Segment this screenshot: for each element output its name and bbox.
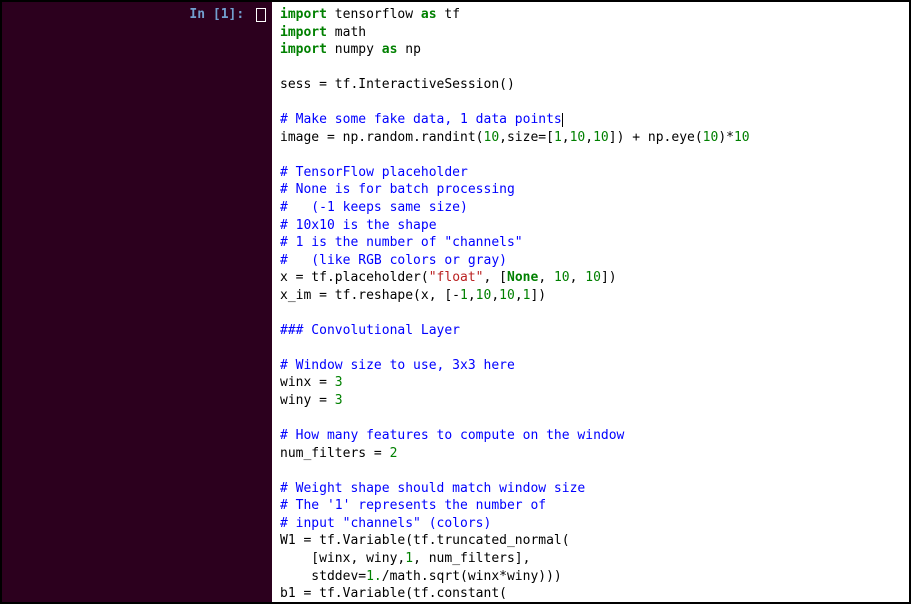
input-prompt: In [1]:	[189, 7, 252, 22]
notebook-cell: In [1]: import tensorflow as tf import m…	[2, 2, 909, 602]
input-prompt-gutter: In [1]:	[2, 2, 272, 602]
code-editor[interactable]: import tensorflow as tf import math impo…	[272, 2, 909, 602]
terminal-cursor	[256, 8, 266, 22]
text-cursor	[562, 113, 563, 127]
